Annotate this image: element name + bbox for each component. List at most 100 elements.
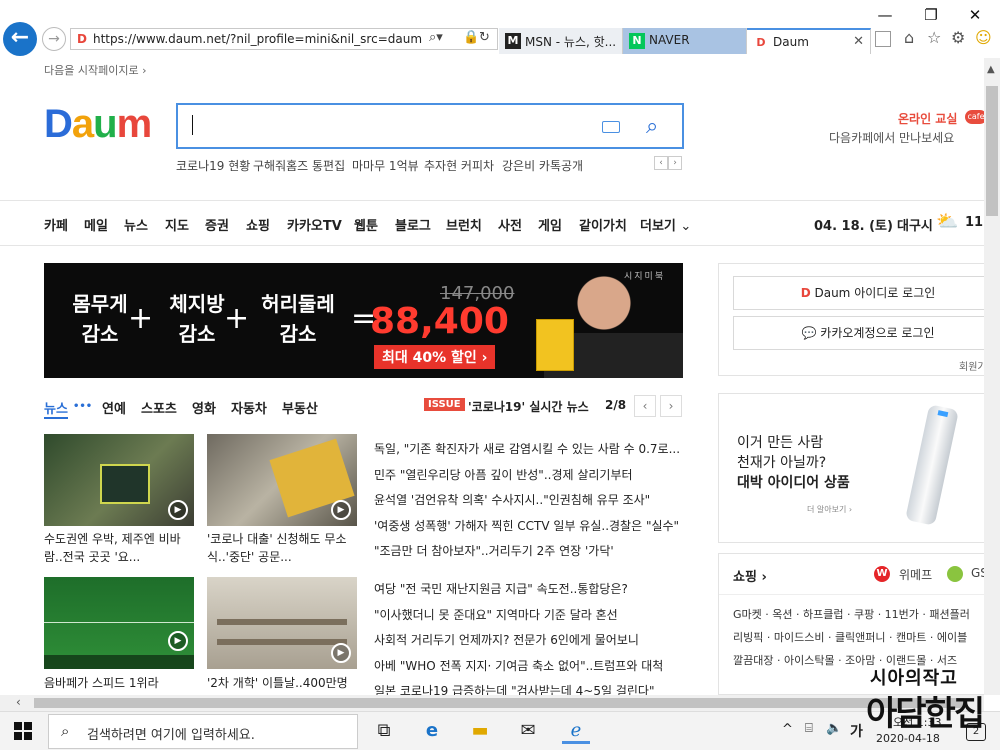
headline[interactable]: '여중생 성폭행' 가해자 찍힌 CCTV 일부 유실..경찰은 "실수" [374,517,682,534]
scroll-left-icon[interactable]: ‹ [16,695,21,709]
partner-gs[interactable]: GS [971,566,984,580]
promo-subtitle[interactable]: 다음카페에서 만나보세요 [829,129,954,146]
join-link[interactable]: 회원가 [959,358,984,373]
shopping-title[interactable]: 쇼핑 › [733,566,767,585]
weather-city[interactable]: 대구시 [897,215,933,234]
keyword-prev-button[interactable]: ‹ [654,156,668,170]
clock-time[interactable]: 오전 1:33 [893,714,941,730]
headline[interactable]: 일본 코로나19 급증하는데 "검사받는데 4~5일 걸린다" [374,682,682,695]
address-url[interactable]: https://www.daum.net/?nil_profile=mini&n… [93,32,422,46]
news-caption[interactable]: '2차 개학' 이틀날..400만명 [207,674,359,692]
headline[interactable]: 아베 "WHO 전폭 지지· 기여금 축소 없어"..트럼프와 대척 [374,657,682,674]
daum-logo[interactable]: Daum [44,102,152,147]
nav-blog[interactable]: 블로그 [395,215,431,234]
news-caption[interactable]: 수도권엔 우박, 제주엔 비바람..전국 곳곳 '요... [44,530,196,566]
edge-icon[interactable]: e [418,718,446,744]
horizontal-scrollbar[interactable]: ‹ [0,695,984,711]
refresh-icon[interactable]: ↻ [479,30,490,45]
nav-more[interactable]: 더보기 ⌄ [640,215,691,234]
banner-discount[interactable]: 최대 40% 할인 › [374,345,496,369]
keyboard-icon[interactable] [602,121,620,133]
tab-realestate[interactable]: 부동산 [282,398,318,417]
nav-shopping[interactable]: 쇼핑 [246,215,270,234]
wemakeprice-icon[interactable]: W [874,566,890,582]
nav-cafe[interactable]: 카페 [44,215,68,234]
chevron-up-icon[interactable]: ^ [782,722,793,737]
tab-msn[interactable]: M MSN - 뉴스, 핫... [499,28,623,54]
minimize-button[interactable]: — [862,2,908,28]
smiley-feedback-icon[interactable]: ☺ [975,28,992,47]
issue-next-button[interactable]: › [660,395,682,417]
start-page-link[interactable]: 다음을 시작페이지로 › [44,62,146,78]
news-thumbnail[interactable]: ▶ [44,577,194,669]
keyword-next-button[interactable]: › [668,156,682,170]
nav-news[interactable]: 뉴스 [124,215,148,234]
nav-kakaotv[interactable]: 카카오TV [287,215,342,234]
address-bar[interactable]: D https://www.daum.net/?nil_profile=mini… [70,28,498,50]
nav-webtoon[interactable]: 웹툰 [354,215,378,234]
headline[interactable]: 여당 "전 국민 재난지원금 지급" 속도전..통합당은? [374,580,682,597]
nav-brunch[interactable]: 브런치 [446,215,482,234]
shopping-links[interactable]: 깔끔대장 · 아이스탁몰 · 조아맘 · 이랜드몰 · 서즈 [733,652,957,668]
search-input[interactable]: ⌕ [176,103,684,149]
volume-icon[interactable]: 🔈 [826,721,842,736]
tab-auto[interactable]: 자동차 [231,398,267,417]
news-thumbnail[interactable]: ▶ [207,434,357,526]
daum-login-button[interactable]: D Daum 아이디로 로그인 [733,276,984,310]
trending-keyword[interactable]: 구해줘홈즈 통편집 [253,157,345,174]
ad-banner[interactable]: 몸무게 감소 + 체지방 감소 + 허리둘레 감소 = 147,000 88,4… [44,263,683,378]
ime-indicator[interactable]: 가 [850,721,863,741]
tab-naver[interactable]: N NAVER [623,28,747,54]
forward-button[interactable]: → [42,27,66,51]
mail-icon[interactable]: ✉ [514,718,542,744]
headline[interactable]: "조금만 더 참아보자"..거리두기 2주 연장 '가닥' [374,542,682,559]
news-caption[interactable]: 음바페가 스피드 1위라 [44,674,196,692]
issue-prev-button[interactable]: ‹ [634,395,656,417]
new-tab-button[interactable] [875,31,891,47]
news-caption[interactable]: '코로나 대출' 신청해도 무소식..'중단' 공문... [207,530,359,566]
nav-stock[interactable]: 증권 [205,215,229,234]
trending-keyword[interactable]: 추자현 커피차 [424,157,494,174]
partner-wemakeprice[interactable]: 위메프 [899,566,932,583]
partly-cloudy-icon[interactable]: ⛅ [936,211,958,232]
headline[interactable]: 윤석열 '검언유착 의혹' 수사지시.."인권침해 유무 조사" [374,491,682,508]
trending-keyword[interactable]: 마마무 1억뷰 [352,157,419,174]
nav-mail[interactable]: 메일 [84,215,108,234]
tab-movie[interactable]: 영화 [192,398,216,417]
vertical-scrollbar[interactable]: ▲ [984,58,1000,695]
taskbar-search-input[interactable]: ⌕ 검색하려면 여기에 입력하세요. [48,714,358,749]
gs-icon[interactable] [947,566,963,582]
tab-daum[interactable]: D Daum ✕ [747,28,871,54]
settings-gear-icon[interactable]: ⚙ [951,28,965,47]
file-explorer-icon[interactable]: ▬ [466,718,494,744]
search-icon[interactable]: ⌕ [646,114,658,139]
news-thumbnail[interactable]: ▶ [44,434,194,526]
headline[interactable]: 사회적 거리두기 언제까지? 전문가 6인에게 물어보니 [374,631,682,648]
favorites-star-icon[interactable]: ☆ [927,28,941,47]
home-icon[interactable]: ⌂ [904,28,914,47]
network-icon[interactable]: ⌸ [805,721,813,736]
maximize-button[interactable]: ❐ [908,2,954,28]
clock-date[interactable]: 2020-04-18 [876,732,940,745]
close-tab-icon[interactable]: ✕ [853,34,864,49]
shopping-links[interactable]: G마켓 · 옥션 · 하프클럽 · 쿠팡 · 11번가 · 패션플러 [733,606,970,622]
headline[interactable]: "이사했더니 못 준대요" 지역마다 기준 달라 혼선 [374,606,682,623]
scroll-thumb[interactable] [34,698,964,708]
tab-entertainment[interactable]: 연예 [102,398,126,417]
ad-more-link[interactable]: 더 알아보기 › [807,504,852,515]
scroll-thumb[interactable] [986,86,998,216]
news-thumbnail[interactable]: ▶ [207,577,357,669]
task-view-icon[interactable]: ⧉ [370,718,398,744]
tab-news[interactable]: 뉴스 [44,398,68,419]
issue-title[interactable]: '코로나19' 실시간 뉴스 [468,398,589,415]
trending-keyword[interactable]: 코로나19 현황 [176,157,250,174]
nav-map[interactable]: 지도 [165,215,189,234]
shopping-links[interactable]: 리빙픽 · 마이드스비 · 클릭앤퍼니 · 캔마트 · 에이블 [733,629,967,645]
search-dropdown-icon[interactable]: ⌕▾ [429,30,443,45]
tab-sports[interactable]: 스포츠 [141,398,177,417]
lock-icon[interactable]: 🔒 [463,30,479,45]
promo-title[interactable]: 온라인 교실 [898,110,957,127]
nav-dictionary[interactable]: 사전 [498,215,522,234]
windows-start-icon[interactable] [14,722,32,740]
notification-center-icon[interactable]: 2 [966,723,986,741]
